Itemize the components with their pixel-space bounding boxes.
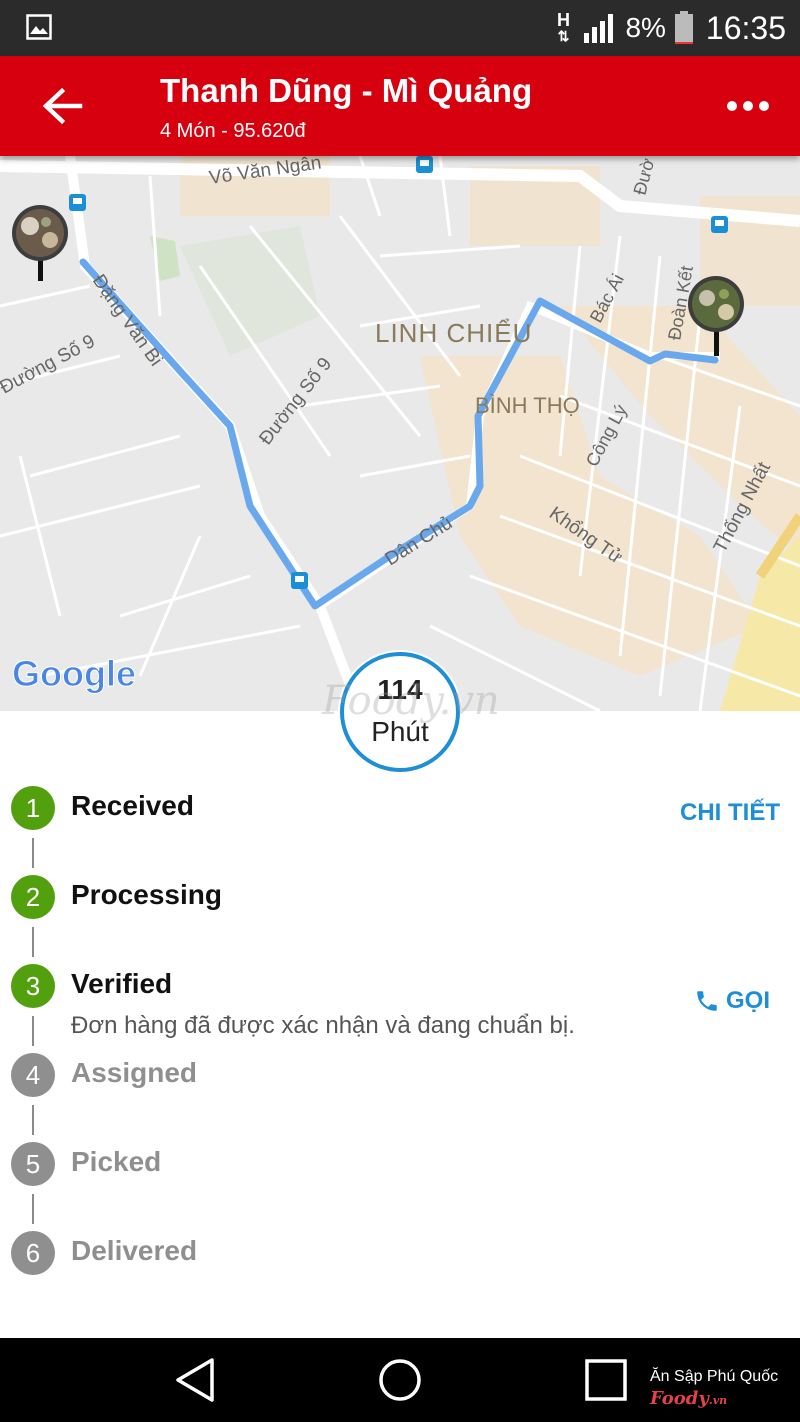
- eta-ring: [340, 652, 460, 772]
- watermark-caption: Ăn Sập Phú Quốc: [650, 1368, 779, 1385]
- step-assigned: 4 Assigned: [0, 1053, 800, 1142]
- step-label: Verified: [71, 968, 173, 999]
- signal-icon: [584, 14, 614, 43]
- status-bar: H ⇅ 8% 16:35: [0, 0, 800, 56]
- step-description: Đơn hàng đã được xác nhận và đang chuẩn …: [71, 1012, 575, 1039]
- restaurant-title: Thanh Dũng - Mì Quảng: [160, 72, 533, 109]
- step-label: Received: [71, 790, 194, 821]
- step-number: 5: [11, 1142, 55, 1186]
- bus-stop-icon: [416, 156, 433, 173]
- gallery-icon: [26, 14, 52, 40]
- bus-stop-icon: [69, 194, 86, 211]
- eta-value: 114: [377, 674, 423, 705]
- step-label: Delivered: [71, 1235, 198, 1266]
- battery-percent: 8%: [625, 12, 666, 43]
- step-connector: [32, 838, 34, 868]
- bus-stop-icon: [711, 216, 728, 233]
- phone-icon: [697, 991, 717, 1011]
- step-picked: 5 Picked: [0, 1142, 800, 1231]
- route-map[interactable]: Võ Văn Ngân Đặng Văn Bi Đường Số 9 Đường…: [0, 156, 800, 711]
- step-number: 6: [11, 1231, 55, 1275]
- step-number: 3: [11, 964, 55, 1008]
- nav-recents-icon[interactable]: [564, 1338, 648, 1422]
- step-delivered: 6 Delivered: [0, 1231, 800, 1320]
- order-summary: 4 Món - 95.620đ: [160, 120, 306, 142]
- order-progress: 1 Received 2 Processing 3 Verified Đơn h…: [0, 711, 800, 1338]
- eta-unit: Phút: [371, 716, 429, 747]
- step-label: Picked: [71, 1146, 162, 1177]
- nav-back-icon[interactable]: [154, 1338, 238, 1422]
- district-label: LINH CHIỂU: [375, 318, 532, 348]
- network-type-indicator: H ⇅: [556, 10, 570, 44]
- call-button-label: GỌI: [726, 987, 771, 1014]
- app-bar: Thanh Dũng - Mì Quảng 4 Món - 95.620đ: [0, 56, 800, 156]
- call-button[interactable]: GỌI: [694, 987, 770, 1015]
- step-connector: [32, 1105, 34, 1135]
- step-processing: 2 Processing: [0, 875, 800, 964]
- details-button[interactable]: CHI TIẾT: [680, 799, 780, 827]
- step-number: 1: [11, 786, 55, 830]
- foody-logo: Foody.vn: [650, 1388, 728, 1409]
- bus-stop-icon: [291, 572, 308, 589]
- clock: 16:35: [705, 9, 786, 46]
- step-number: 2: [11, 875, 55, 919]
- google-logo: Google: [12, 653, 136, 694]
- nav-home-icon[interactable]: [358, 1338, 442, 1422]
- battery-icon: [674, 11, 693, 44]
- step-label: Assigned: [71, 1057, 198, 1088]
- back-arrow-icon[interactable]: [40, 86, 84, 126]
- eta-timer: 114 Phút: [338, 650, 462, 774]
- step-connector: [32, 927, 34, 957]
- district-label: BÌNH THỌ: [475, 393, 580, 418]
- step-connector: [32, 1016, 34, 1046]
- step-label: Processing: [71, 879, 222, 910]
- step-connector: [32, 1194, 34, 1224]
- step-number: 4: [11, 1053, 55, 1097]
- more-options-icon[interactable]: [726, 94, 770, 118]
- step-verified: 3 Verified Đơn hàng đã được xác nhận và …: [0, 964, 800, 1053]
- system-nav-bar: Ăn Sập Phú Quốc Foody.vn: [0, 1338, 800, 1422]
